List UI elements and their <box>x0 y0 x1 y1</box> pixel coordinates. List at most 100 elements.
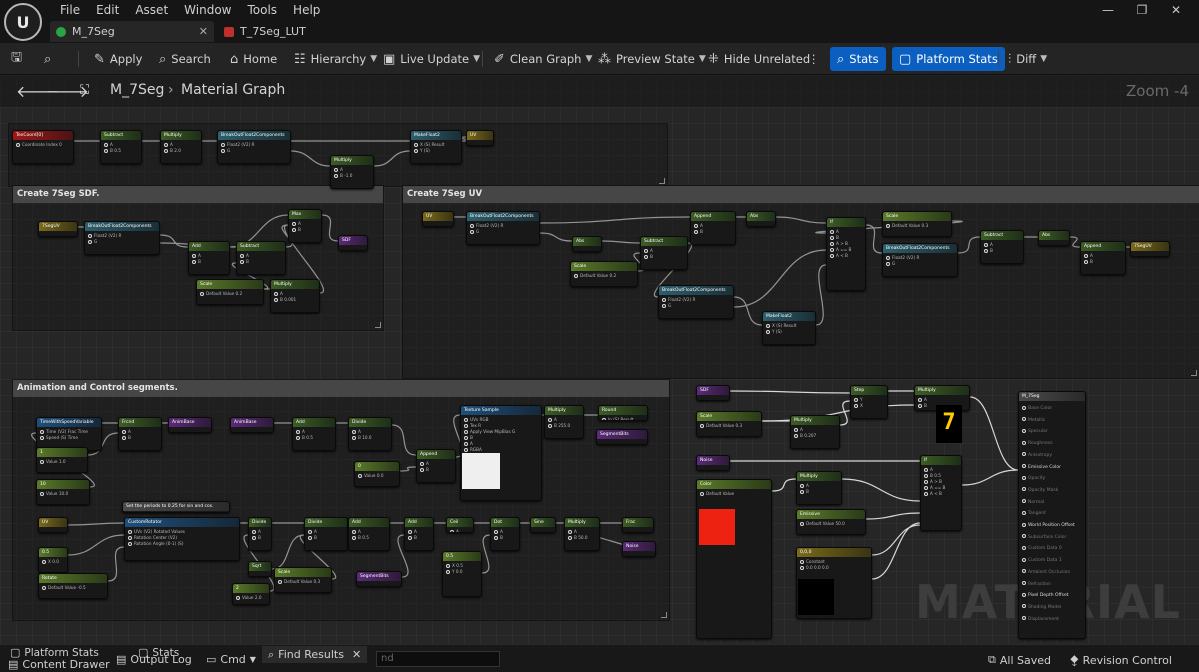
pin-icon[interactable] <box>694 230 698 234</box>
cmd-dropdown[interactable]: ▭ Cmd ▼ <box>206 653 256 666</box>
pin-icon[interactable] <box>602 418 606 420</box>
graph-node[interactable]: Noise <box>696 455 730 471</box>
graph-node[interactable]: Abs <box>1038 230 1070 246</box>
pin-icon[interactable] <box>886 256 890 260</box>
material-input-pin[interactable]: Custom Data 0 <box>1022 543 1082 555</box>
graph-node[interactable]: Noise <box>622 541 656 557</box>
pin-icon[interactable] <box>924 486 928 490</box>
node-pin-row[interactable]: Default Value 0.3 <box>700 423 758 429</box>
pin-icon[interactable] <box>221 149 225 153</box>
graph-node[interactable]: BreakOutFloat2Components Float2 (V2) RG <box>658 285 734 319</box>
pin-icon[interactable] <box>352 436 356 440</box>
graph-node[interactable]: Subtract A B 0.5 <box>100 130 142 164</box>
pin-icon[interactable] <box>548 418 552 422</box>
graph-node[interactable]: Subtract A B <box>236 241 286 275</box>
node-pin-row[interactable]: Value 1.0 <box>40 459 84 465</box>
close-tab-icon[interactable]: ✕ <box>199 25 208 38</box>
tab-t-7seg-lut[interactable]: T_7Seg_LUT <box>218 21 338 42</box>
pin-icon[interactable] <box>1022 604 1026 609</box>
graph-node[interactable]: Frcnd A B <box>118 417 162 451</box>
pin-icon[interactable] <box>1022 557 1026 562</box>
node-pin-row[interactable]: B 0.5 <box>296 435 332 441</box>
graph-node[interactable]: Scale Default Value 0.3 <box>696 411 762 437</box>
material-input-pin[interactable]: Custom Data 1 <box>1022 555 1082 567</box>
node-pin-row[interactable]: Y (S) <box>766 329 812 335</box>
graph-node[interactable]: Divide A B <box>248 517 272 551</box>
graph-node[interactable]: Add A B <box>188 241 230 275</box>
graph-node[interactable]: 0.5 X 0.5 Y 0.0 <box>442 551 482 597</box>
node-pin-row[interactable]: X 0.0 <box>42 559 64 565</box>
graph-node[interactable]: Add A B 0.5 <box>292 417 336 451</box>
node-pin-row[interactable]: In (S) Result <box>602 417 644 420</box>
node-pin-row[interactable]: A < B <box>830 253 862 259</box>
pin-icon[interactable] <box>164 143 168 147</box>
menu-edit[interactable]: Edit <box>88 2 127 18</box>
more-options-icon[interactable]: ⋮ <box>808 47 820 71</box>
material-graph-canvas[interactable]: 🡐 🡒 ⛶ M_7Seg › Material Graph Zoom -4 MA… <box>0 75 1199 644</box>
pin-icon[interactable] <box>924 480 928 484</box>
pin-icon[interactable] <box>104 149 108 153</box>
graph-node[interactable]: Step Y X <box>850 385 888 419</box>
graph-node[interactable]: Add A B <box>404 517 434 551</box>
menu-asset[interactable]: Asset <box>127 2 176 18</box>
node-pin-row[interactable]: B <box>1084 259 1122 265</box>
graph-node[interactable]: Multiply A B -1.0 <box>330 155 374 189</box>
pin-icon[interactable] <box>1022 405 1026 410</box>
menu-file[interactable]: File <box>52 2 88 18</box>
pin-icon[interactable] <box>886 262 890 266</box>
pin-icon[interactable] <box>164 149 168 153</box>
pin-icon[interactable] <box>278 580 282 584</box>
node-wire[interactable] <box>961 469 1019 486</box>
material-input-pin[interactable]: Tangent <box>1022 508 1082 520</box>
hide-unrelated-button[interactable]: ⁜ Hide Unrelated <box>708 47 810 71</box>
node-pin-row[interactable]: Default Value 0.3 <box>278 579 328 585</box>
material-input-pin[interactable]: Pixel Depth Offset <box>1022 590 1082 602</box>
graph-node[interactable]: Divide A B <box>304 517 348 551</box>
pin-icon[interactable] <box>984 243 988 247</box>
material-input-pin[interactable]: Metallic <box>1022 415 1082 427</box>
node-wire[interactable] <box>871 524 921 556</box>
graph-node[interactable]: AnimBase <box>168 417 212 433</box>
pin-icon[interactable] <box>128 536 132 540</box>
pin-icon[interactable] <box>548 424 552 428</box>
material-input-pin[interactable]: Normal <box>1022 497 1082 509</box>
pin-icon[interactable] <box>308 536 312 540</box>
minimize-icon[interactable]: — <box>1091 0 1125 20</box>
graph-node[interactable]: Sine <box>530 517 556 533</box>
diff-dropdown[interactable]: ⫶ Diff ▼ <box>1008 47 1047 71</box>
pin-icon[interactable] <box>1022 440 1026 445</box>
node-pin-row[interactable]: Default Value 0.2 <box>574 273 634 279</box>
comment-resize-handle[interactable] <box>375 322 381 328</box>
pin-icon[interactable] <box>464 418 468 422</box>
pin-icon[interactable] <box>1022 534 1026 539</box>
graph-node[interactable]: Dot A B <box>490 517 520 551</box>
material-input-pin[interactable]: Shading Model <box>1022 602 1082 614</box>
graph-node[interactable]: 7SegUV <box>38 221 78 237</box>
pin-icon[interactable] <box>240 260 244 264</box>
node-pin-row[interactable]: Default Value <box>700 491 768 497</box>
node-pin-row[interactable]: B 10.0 <box>352 435 388 441</box>
pin-icon[interactable] <box>464 448 468 452</box>
graph-node[interactable]: Color Default Value <box>696 479 772 639</box>
graph-node[interactable]: Subtract A B <box>980 230 1024 264</box>
node-pin-row[interactable]: Y 0.0 <box>446 569 478 575</box>
node-pin-row[interactable]: B <box>408 535 430 541</box>
pin-icon[interactable] <box>766 324 770 328</box>
graph-node[interactable]: SDF <box>696 385 730 401</box>
node-wire[interactable] <box>729 390 851 394</box>
comment-resize-handle[interactable] <box>659 178 665 184</box>
graph-node[interactable]: Abs <box>572 236 602 252</box>
pin-icon[interactable] <box>794 428 798 432</box>
pin-icon[interactable] <box>800 522 804 526</box>
graph-node[interactable]: SegmentBits <box>596 429 648 445</box>
pin-icon[interactable] <box>854 404 858 408</box>
pin-icon[interactable] <box>766 330 770 334</box>
pin-icon[interactable] <box>574 274 578 278</box>
pin-icon[interactable] <box>358 474 362 478</box>
node-pin-row[interactable]: Default Value 0.2 <box>200 291 260 297</box>
graph-node[interactable]: 0.5 X 0.0 <box>38 547 68 573</box>
pin-icon[interactable] <box>1022 581 1026 586</box>
pin-icon[interactable] <box>464 442 468 446</box>
pin-icon[interactable] <box>694 224 698 228</box>
node-pin-row[interactable]: Rotation Angle (0-1) (S) <box>128 541 236 547</box>
